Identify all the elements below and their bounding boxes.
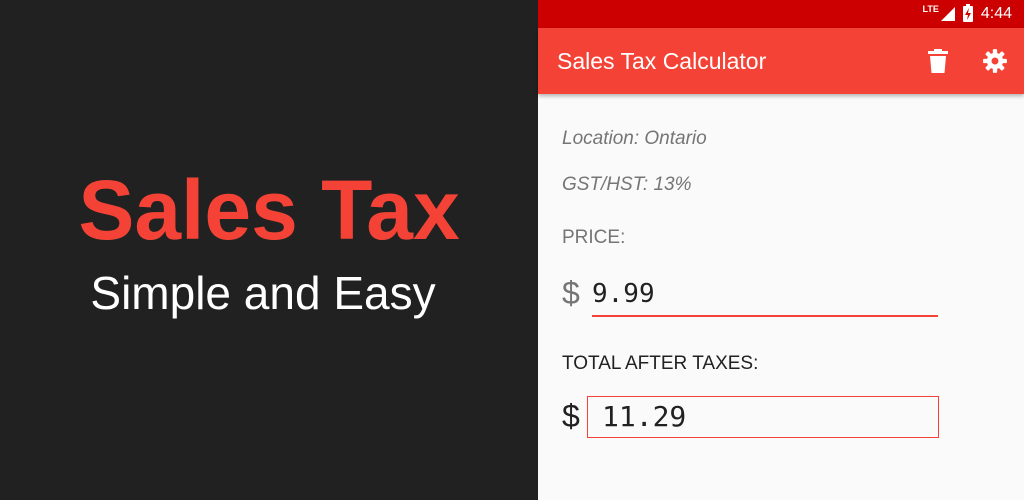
promo-title: Sales Tax	[78, 163, 460, 257]
location-text: Location: Ontario	[562, 128, 707, 149]
total-label: TOTAL AFTER TAXES:	[562, 353, 759, 374]
total-currency-symbol: $	[562, 398, 580, 434]
phone-screen: LTE 4:44 Sales Tax Calculator Location: …	[538, 0, 1024, 500]
app-title: Sales Tax Calculator	[557, 48, 767, 74]
price-input[interactable]	[592, 277, 938, 317]
settings-button[interactable]	[977, 43, 1013, 79]
status-time: 4:44	[980, 5, 1012, 22]
delete-icon	[928, 49, 948, 73]
signal-icon	[940, 7, 955, 21]
promo-subtitle: Simple and Easy	[90, 267, 436, 319]
delete-button[interactable]	[920, 43, 956, 79]
price-currency-symbol: $	[562, 275, 580, 311]
tax-rate-text: GST/HST: 13%	[562, 174, 692, 195]
total-output: 11.29	[587, 396, 939, 438]
status-bar: LTE 4:44	[538, 0, 1024, 28]
app-bar: Sales Tax Calculator	[538, 28, 1024, 94]
settings-icon	[983, 49, 1007, 73]
lte-indicator: LTE	[922, 4, 939, 14]
status-icons: LTE 4:44	[923, 0, 1012, 28]
battery-icon	[962, 4, 973, 22]
price-label: PRICE:	[562, 227, 626, 248]
promo-panel: Sales Tax Simple and Easy	[0, 0, 538, 500]
